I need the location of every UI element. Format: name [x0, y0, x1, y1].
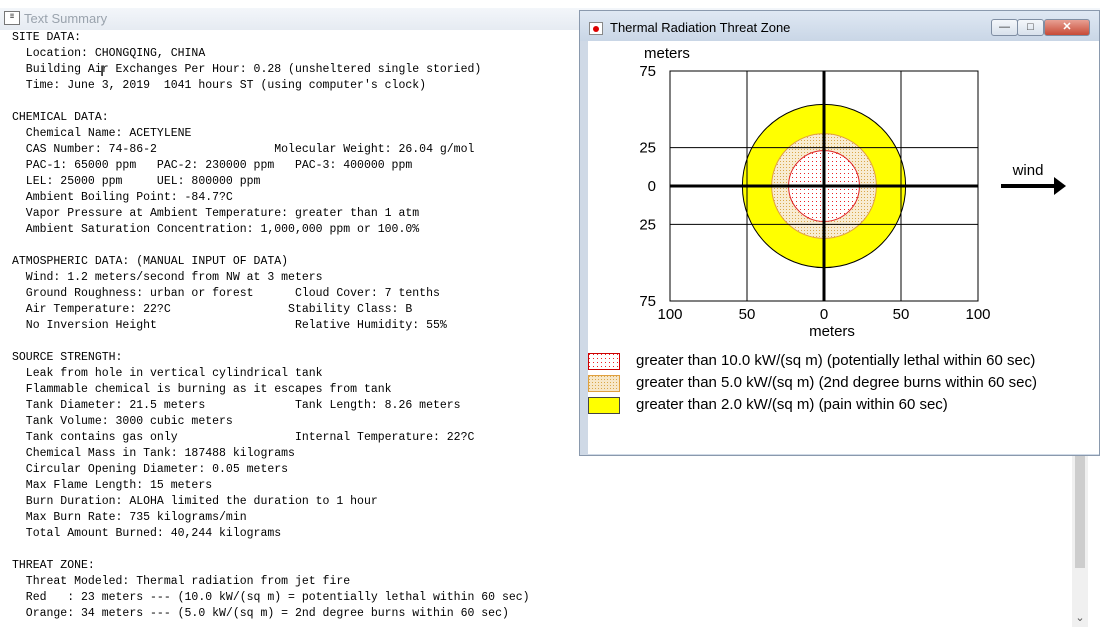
threat-zone-titlebar[interactable]: Thermal Radiation Threat Zone — □ ✕: [580, 11, 1099, 41]
summary-line: Leak from hole in vertical cylindrical t…: [12, 367, 323, 380]
summary-line: Circular Opening Diameter: 0.05 meters: [12, 463, 289, 476]
y-tick-label: 75: [639, 63, 656, 80]
y-tick-label: 25: [639, 140, 656, 157]
maximize-icon[interactable]: □: [1017, 19, 1044, 36]
summary-line: Tank Diameter: 21.5 meters Tank Length: …: [12, 399, 461, 412]
legend-label: greater than 10.0 kW/(sq m) (potentially…: [636, 352, 1036, 369]
threat-zone-app-icon: [589, 22, 603, 35]
summary-line: [12, 94, 530, 110]
scrollbar-thumb[interactable]: [1075, 456, 1085, 568]
x-tick-label: 50: [893, 306, 910, 323]
summary-line: SOURCE STRENGTH:: [12, 351, 123, 364]
summary-line: Location: CHONGQING, CHINA: [12, 47, 206, 60]
summary-line: [12, 238, 530, 254]
summary-line: [12, 542, 530, 558]
close-icon[interactable]: ✕: [1044, 19, 1090, 36]
summary-line: Air Temperature: 22?C Stability Class: B: [12, 303, 413, 316]
legend-swatch-red: [588, 353, 620, 370]
summary-line: Tank contains gas only Internal Temperat…: [12, 431, 475, 444]
vertical-scrollbar[interactable]: ⌄: [1072, 456, 1088, 627]
summary-line: Ambient Boiling Point: -84.7?C: [12, 191, 233, 204]
summary-line: Max Flame Length: 15 meters: [12, 479, 213, 492]
summary-line: Flammable chemical is burning as it esca…: [12, 383, 392, 396]
scroll-down-arrow-icon[interactable]: ⌄: [1072, 610, 1088, 626]
summary-line: Chemical Name: ACETYLENE: [12, 127, 192, 140]
summary-line: Orange: 34 meters --- (5.0 kW/(sq m) = 2…: [12, 607, 509, 620]
document-icon: ≡: [4, 11, 20, 25]
summary-line: Total Amount Burned: 40,244 kilograms: [12, 527, 282, 540]
summary-line: Max Burn Rate: 735 kilograms/min: [12, 511, 247, 524]
threat-zone-title: Thermal Radiation Threat Zone: [610, 20, 791, 35]
summary-line: Time: June 3, 2019 1041 hours ST (using …: [12, 79, 427, 92]
x-tick-label: 0: [820, 306, 828, 323]
background-toolbar-strip: [860, 0, 1100, 13]
summary-line: Vapor Pressure at Ambient Temperature: g…: [12, 207, 420, 220]
y-tick-label: 25: [639, 216, 656, 233]
x-tick-label: 100: [657, 306, 682, 323]
text-summary-title: Text Summary: [24, 11, 108, 26]
legend-swatch-yellow: [588, 397, 620, 414]
summary-line: Threat Modeled: Thermal radiation from j…: [12, 575, 351, 588]
x-tick-label: 100: [965, 306, 990, 323]
legend-swatch-orange: [588, 375, 620, 392]
summary-text-body[interactable]: SITE DATA: Location: CHONGQING, CHINA Bu…: [12, 30, 530, 622]
ibeam-cursor-icon: I: [100, 64, 105, 80]
summary-line: THREAT ZONE:: [12, 559, 95, 572]
summary-line: [12, 334, 530, 350]
summary-line: Ambient Saturation Concentration: 1,000,…: [12, 223, 420, 236]
legend-item-yellow: greater than 2.0 kW/(sq m) (pain within …: [588, 395, 1100, 417]
summary-line: No Inversion Height Relative Humidity: 5…: [12, 319, 447, 332]
legend-item-red: greater than 10.0 kW/(sq m) (potentially…: [588, 351, 1100, 373]
y-tick-label: 75: [639, 293, 656, 310]
y-axis-unit-label: meters: [644, 45, 690, 62]
minimize-icon[interactable]: —: [991, 19, 1018, 36]
summary-line: ATMOSPHERIC DATA: (MANUAL INPUT OF DATA): [12, 255, 289, 268]
wind-label: wind: [1012, 162, 1044, 179]
x-axis-unit-label: meters: [809, 323, 855, 340]
threat-zone-window: Thermal Radiation Threat Zone — □ ✕ 75 25…: [579, 10, 1100, 456]
wind-arrow-icon: [1054, 177, 1066, 195]
y-tick-label: 0: [648, 178, 656, 195]
summary-line: Tank Volume: 3000 cubic meters: [12, 415, 233, 428]
summary-line: SITE DATA:: [12, 31, 82, 44]
x-tick-label: 50: [739, 306, 756, 323]
legend-label: greater than 2.0 kW/(sq m) (pain within …: [636, 396, 948, 413]
summary-line: CAS Number: 74-86-2 Molecular Weight: 26…: [12, 143, 475, 156]
summary-line: Red : 23 meters --- (10.0 kW/(sq m) = po…: [12, 591, 530, 604]
summary-line: LEL: 25000 ppm UEL: 800000 ppm: [12, 175, 261, 188]
legend-item-orange: greater than 5.0 kW/(sq m) (2nd degree b…: [588, 373, 1100, 395]
threat-zone-plot-area: 75 25 0 25 75 100 50 0 50 100 meters meters wind gre…: [588, 41, 1099, 454]
summary-line: CHEMICAL DATA:: [12, 111, 109, 124]
threat-zone-chart: 752502575100 50 0 50 100metersmeterswind: [639, 45, 1066, 340]
summary-line: Wind: 1.2 meters/second from NW at 3 met…: [12, 271, 323, 284]
legend-label: greater than 5.0 kW/(sq m) (2nd degree b…: [636, 374, 1038, 391]
summary-line: Chemical Mass in Tank: 187488 kilograms: [12, 447, 295, 460]
summary-line: Building Air Exchanges Per Hour: 0.28 (u…: [12, 63, 482, 76]
summary-line: PAC-1: 65000 ppm PAC-2: 230000 ppm PAC-3…: [12, 159, 413, 172]
summary-line: Burn Duration: ALOHA limited the duratio…: [12, 495, 378, 508]
summary-line: Ground Roughness: urban or forest Cloud …: [12, 287, 440, 300]
